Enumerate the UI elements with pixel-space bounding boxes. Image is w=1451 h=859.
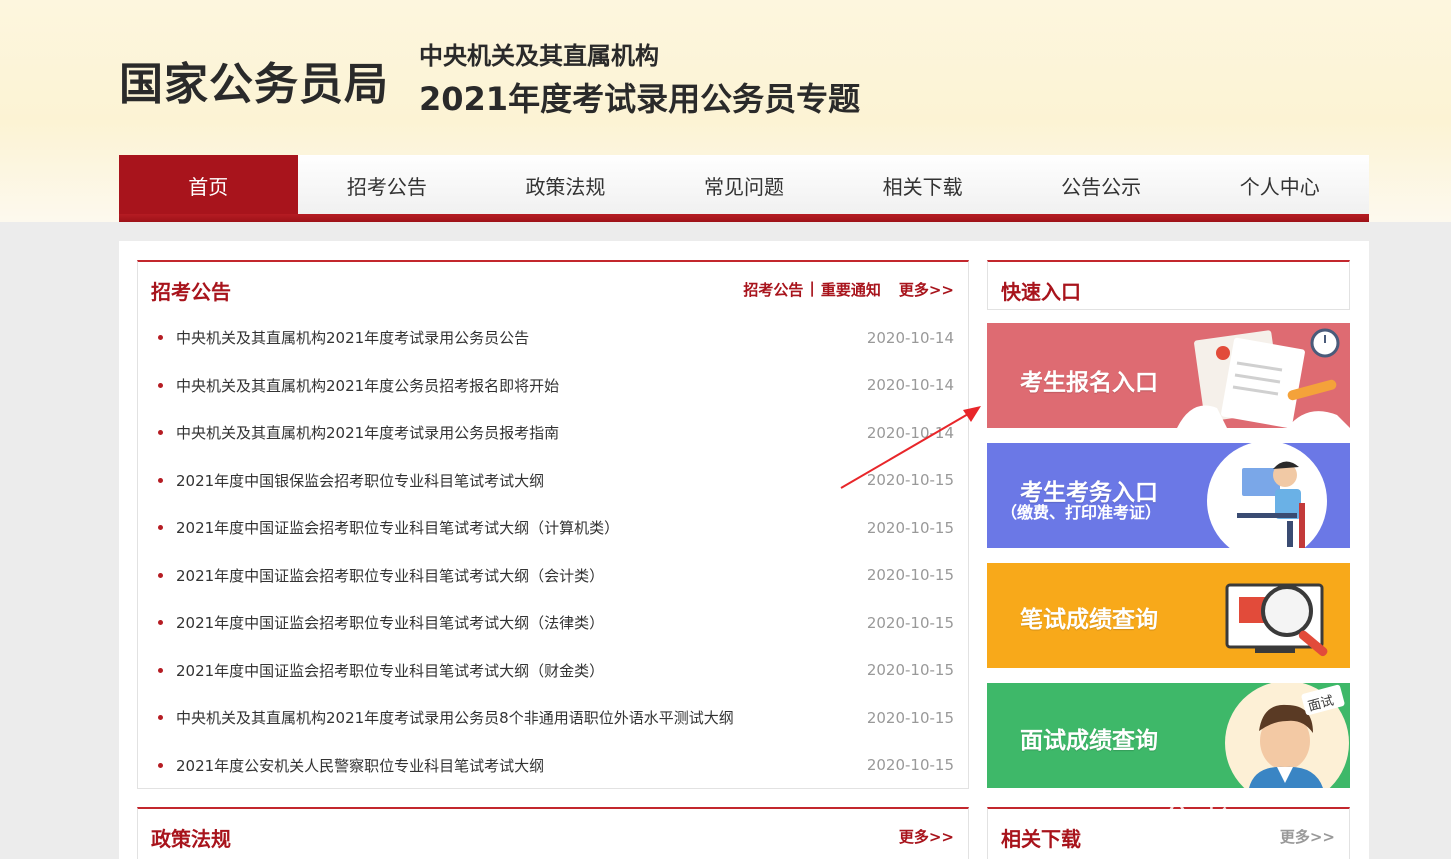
news-title[interactable]: 2021年度公安机关人民警察职位专业科目笔试考试大纲 xyxy=(176,755,867,776)
quick-entry-panel: 快速入口 xyxy=(987,260,1350,310)
news-title[interactable]: 中央机关及其直属机构2021年度公务员招考报名即将开始 xyxy=(176,375,867,396)
news-list: 中央机关及其直属机构2021年度考试录用公务员公告 2020-10-14 中央机关… xyxy=(138,314,968,789)
list-item[interactable]: 2021年度公安机关人民警察职位专业科目笔试考试大纲 2020-10-15 xyxy=(138,742,968,790)
news-date: 2020-10-15 xyxy=(866,518,954,537)
nav-item-downloads[interactable]: 相关下载 xyxy=(833,155,1012,215)
news-title[interactable]: 2021年度中国证监会招考职位专业科目笔试考试大纲（计算机类） xyxy=(176,517,867,538)
more-link[interactable]: 更多>> xyxy=(899,279,954,300)
bullet-icon xyxy=(158,335,163,341)
news-date: 2020-10-15 xyxy=(866,661,954,680)
nav-item-announcements[interactable]: 公告公示 xyxy=(1012,155,1191,215)
nav-item-home[interactable]: 首页 xyxy=(119,155,298,215)
main-nav: 首页 招考公告 政策法规 常见问题 相关下载 公告公示 个人中心 xyxy=(119,155,1369,215)
nav-item-faq[interactable]: 常见问题 xyxy=(655,155,834,215)
link-recruit-notice[interactable]: 招考公告 xyxy=(743,279,803,300)
list-item[interactable]: 中央机关及其直属机构2021年度考试录用公务员公告 2020-10-14 xyxy=(138,314,968,362)
bullet-icon xyxy=(158,430,163,436)
nav-underline xyxy=(119,214,1369,222)
registration-entry-button[interactable]: 考生报名入口 xyxy=(987,323,1350,428)
news-title[interactable]: 2021年度中国证监会招考职位专业科目笔试考试大纲（会计类） xyxy=(176,565,867,586)
entry-label: 考生报名入口 xyxy=(1020,370,1158,396)
panel-title: 快速入口 xyxy=(1001,280,1081,304)
news-title[interactable]: 2021年度中国证监会招考职位专业科目笔试考试大纲（财金类） xyxy=(176,660,867,681)
news-date: 2020-10-15 xyxy=(866,613,954,632)
news-title[interactable]: 2021年度中国银保监会招考职位专业科目笔试考试大纲 xyxy=(176,470,867,491)
list-item[interactable]: 2021年度中国证监会招考职位专业科目笔试考试大纲（计算机类） 2020-10-1… xyxy=(138,504,968,552)
news-title[interactable]: 中央机关及其直属机构2021年度考试录用公务员8个非通用语职位外语水平测试大纲 xyxy=(176,707,867,728)
site-logo-text[interactable]: 国家公务员局 xyxy=(119,48,389,112)
bullet-icon xyxy=(158,667,163,673)
news-date: 2020-10-15 xyxy=(866,708,954,727)
panel-title: 政策法规 xyxy=(151,827,231,851)
list-item[interactable]: 2021年度中国证监会招考职位专业科目笔试考试大纲（会计类） 2020-10-15 xyxy=(138,552,968,600)
nav-item-recruit-notice[interactable]: 招考公告 xyxy=(298,155,477,215)
bullet-icon xyxy=(158,572,163,578)
bullet-icon xyxy=(158,382,163,388)
panel-title: 相关下载 xyxy=(1001,827,1081,851)
link-separator: | xyxy=(809,279,815,297)
recruit-notice-panel: 招考公告 招考公告 | 重要通知 更多>> 中央机关及其直属机构2021年度考试… xyxy=(137,260,969,789)
news-title[interactable]: 中央机关及其直属机构2021年度考试录用公务员报考指南 xyxy=(176,422,867,443)
news-date: 2020-10-14 xyxy=(866,376,954,395)
policy-panel: 政策法规 更多>> xyxy=(137,807,969,859)
more-link[interactable]: 更多>> xyxy=(1280,826,1335,847)
nav-item-personal-center[interactable]: 个人中心 xyxy=(1190,155,1369,215)
list-item[interactable]: 2021年度中国证监会招考职位专业科目笔试考试大纲（财金类） 2020-10-15 xyxy=(138,647,968,695)
header-title: 2021年度考试录用公务员专题 xyxy=(419,80,861,118)
bullet-icon xyxy=(158,762,163,768)
panel-links: 更多>> xyxy=(1280,826,1335,847)
panel-title: 招考公告 xyxy=(151,280,231,304)
news-date: 2020-10-14 xyxy=(866,328,954,347)
exam-affairs-entry-button[interactable]: 考生考务入口 （缴费、打印准考证） xyxy=(987,443,1350,548)
news-title[interactable]: 中央机关及其直属机构2021年度考试录用公务员公告 xyxy=(176,327,867,348)
panel-links: 招考公告 | 重要通知 更多>> xyxy=(743,279,954,300)
entry-label: 笔试成绩查询 xyxy=(1020,607,1158,633)
bullet-icon xyxy=(158,525,163,531)
bullet-icon xyxy=(158,477,163,483)
link-important-notice[interactable]: 重要通知 xyxy=(821,279,881,300)
news-title[interactable]: 2021年度中国证监会招考职位专业科目笔试考试大纲（法律类） xyxy=(176,612,867,633)
entry-label: 面试成绩查询 xyxy=(1020,728,1158,754)
annotation-arrow-icon xyxy=(840,406,981,489)
news-date: 2020-10-15 xyxy=(866,566,954,585)
bullet-icon xyxy=(158,715,163,721)
list-item[interactable]: 2021年度中国证监会招考职位专业科目笔试考试大纲（法律类） 2020-10-15 xyxy=(138,599,968,647)
interview-score-query-button[interactable]: 面试 面试成绩查询 xyxy=(987,683,1350,788)
list-item[interactable]: 中央机关及其直属机构2021年度考试录用公务员8个非通用语职位外语水平测试大纲 2… xyxy=(138,694,968,742)
panel-links: 更多>> xyxy=(899,826,954,847)
written-score-query-button[interactable]: 笔试成绩查询 xyxy=(987,563,1350,668)
header-subtitle: 中央机关及其直属机构 xyxy=(419,42,659,70)
nav-item-policy[interactable]: 政策法规 xyxy=(476,155,655,215)
watermark-text: 公考 xyxy=(1160,803,1232,843)
more-link[interactable]: 更多>> xyxy=(899,826,954,847)
news-date: 2020-10-15 xyxy=(866,756,954,775)
bullet-icon xyxy=(158,620,163,626)
entry-sublabel: （缴费、打印准考证） xyxy=(1001,503,1162,522)
